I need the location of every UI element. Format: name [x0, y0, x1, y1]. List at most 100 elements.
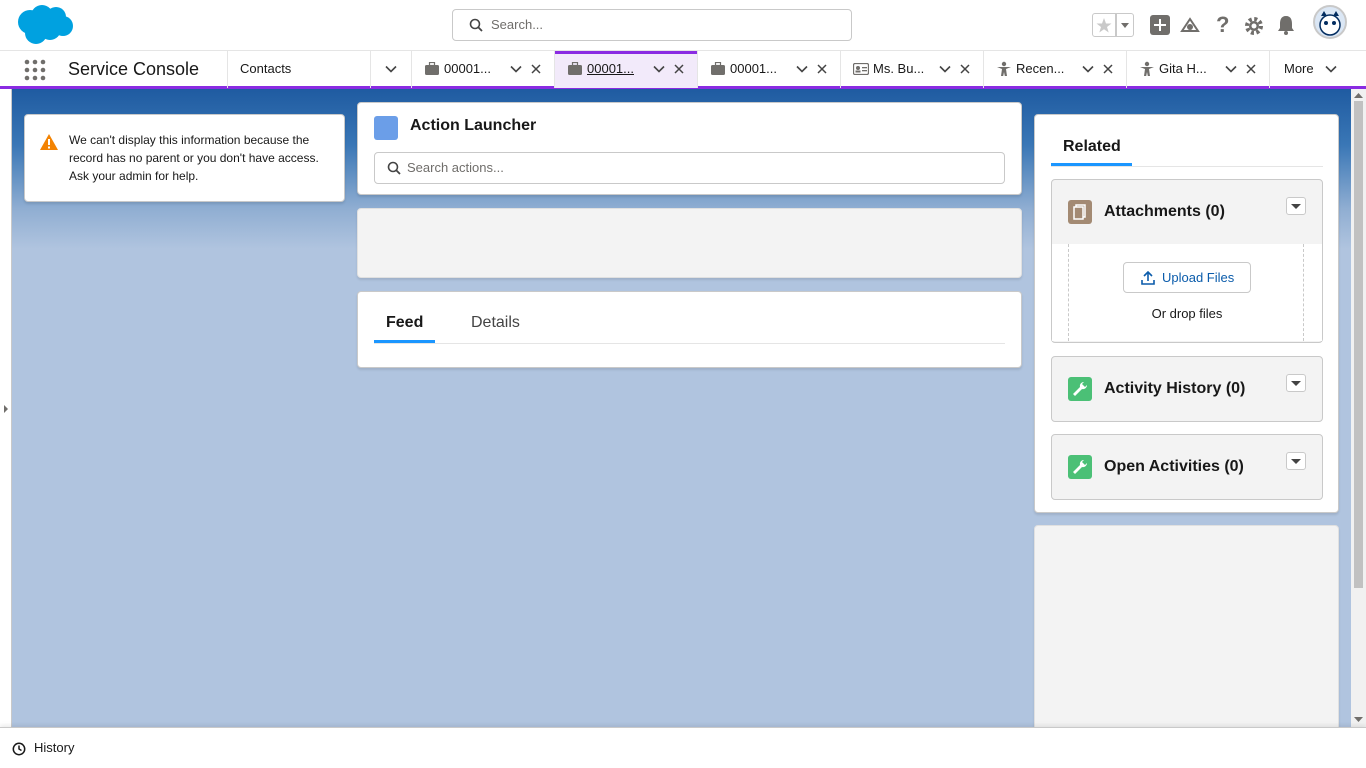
- nav-divider: [370, 51, 371, 88]
- file-icon: [1073, 204, 1086, 220]
- chevron-down-icon[interactable]: [1225, 63, 1237, 75]
- chevron-down-icon: [1291, 204, 1301, 209]
- page-scrollbar[interactable]: [1351, 89, 1366, 727]
- action-launcher-icon: [374, 116, 398, 140]
- trailhead-icon[interactable]: [1180, 15, 1200, 35]
- workspace-tab[interactable]: 00001...: [412, 51, 554, 88]
- user-avatar[interactable]: [1313, 5, 1347, 39]
- empty-placeholder-panel: [357, 208, 1022, 278]
- person-icon: [997, 61, 1011, 76]
- open-activities-section: Open Activities (0): [1051, 434, 1323, 500]
- chevron-down-icon: [1291, 459, 1301, 464]
- attachments-body: Upload Files Or drop files: [1052, 244, 1322, 341]
- object-tab-contacts[interactable]: Contacts: [240, 51, 380, 88]
- workspace-tab[interactable]: Recen...: [984, 51, 1126, 88]
- action-launcher-title: Action Launcher: [410, 117, 537, 134]
- open-activities-title[interactable]: Open Activities (0): [1104, 458, 1244, 476]
- star-icon: [1096, 18, 1112, 33]
- svg-text:?: ?: [1216, 14, 1229, 36]
- action-launcher-card: Action Launcher Search actions...: [357, 102, 1022, 195]
- tab-related[interactable]: Related: [1063, 138, 1121, 156]
- file-drop-zone[interactable]: Upload Files Or drop files: [1068, 244, 1304, 341]
- workspace-tab[interactable]: Ms. Bu...: [841, 51, 983, 88]
- person-icon: [1140, 61, 1154, 76]
- tab-feed[interactable]: Feed: [386, 314, 423, 332]
- related-lists-card: Related Attachments (0) Upload Files Or …: [1034, 114, 1339, 513]
- chevron-right-icon: [4, 405, 8, 413]
- close-icon[interactable]: [817, 64, 827, 74]
- upload-icon: [1141, 271, 1155, 285]
- workspace-tab-label: 00001...: [587, 61, 634, 76]
- chevron-down-icon[interactable]: [796, 63, 808, 75]
- help-icon[interactable]: ?: [1212, 14, 1232, 36]
- chevron-down-icon[interactable]: [1082, 63, 1094, 75]
- scrollbar-thumb[interactable]: [1354, 101, 1363, 588]
- active-tab-indicator: [374, 340, 435, 343]
- attachment-icon: [1068, 200, 1092, 224]
- notifications-bell-icon[interactable]: [1276, 14, 1296, 36]
- warning-icon: [40, 134, 58, 150]
- chevron-down-icon[interactable]: [510, 63, 522, 75]
- workspace-content: We can't display this information becaus…: [0, 89, 1366, 727]
- favorites-star-button[interactable]: [1092, 13, 1116, 37]
- chevron-down-icon: [1325, 65, 1337, 73]
- search-icon: [469, 18, 483, 32]
- nav-divider: [227, 51, 228, 88]
- close-icon[interactable]: [674, 64, 684, 74]
- feed-tabset: Feed Details: [374, 292, 1005, 344]
- workspace-tab[interactable]: 00001...: [698, 51, 840, 88]
- more-tabs-button[interactable]: More: [1284, 51, 1354, 88]
- close-icon[interactable]: [1246, 64, 1256, 74]
- app-name: Service Console: [68, 59, 200, 79]
- workspace-tab-label: Gita H...: [1159, 61, 1207, 76]
- workspace-tab-label: Ms. Bu...: [873, 61, 925, 76]
- upload-files-button[interactable]: Upload Files: [1123, 262, 1251, 293]
- chevron-down-icon[interactable]: [939, 63, 951, 75]
- scroll-down-icon[interactable]: [1354, 717, 1363, 723]
- salesforce-logo[interactable]: [16, 5, 74, 45]
- nav-divider: [1269, 51, 1270, 88]
- close-icon[interactable]: [960, 64, 970, 74]
- global-actions-plus-icon[interactable]: [1150, 15, 1170, 35]
- search-actions-input[interactable]: Search actions...: [374, 152, 1005, 184]
- utility-bar: History: [0, 727, 1366, 768]
- more-tabs-label: More: [1284, 61, 1314, 76]
- chevron-down-icon: [1291, 381, 1301, 386]
- workspace-tab-label: 00001...: [730, 61, 777, 76]
- global-header: Search... ?: [0, 0, 1366, 51]
- scroll-up-icon[interactable]: [1354, 92, 1363, 98]
- history-utility-button[interactable]: History: [34, 740, 74, 755]
- activity-icon: [1068, 455, 1092, 479]
- activity-history-actions-dropdown[interactable]: [1286, 374, 1306, 392]
- wrench-icon: [1073, 381, 1088, 396]
- workspace-tab-active[interactable]: 00001...: [555, 51, 697, 88]
- attachments-title[interactable]: Attachments (0): [1104, 203, 1225, 221]
- gear-icon[interactable]: [1244, 16, 1264, 36]
- contact-card-icon: [853, 63, 869, 75]
- split-view-toggle[interactable]: [0, 89, 12, 727]
- attachments-section: Attachments (0) Upload Files Or drop fil…: [1051, 179, 1323, 343]
- app-launcher-icon[interactable]: [24, 59, 46, 81]
- tab-details[interactable]: Details: [471, 314, 520, 332]
- feed-details-card: Feed Details: [357, 291, 1022, 368]
- activity-icon: [1068, 377, 1092, 401]
- wrench-icon: [1073, 459, 1088, 474]
- close-icon[interactable]: [1103, 64, 1113, 74]
- drop-files-text: Or drop files: [1151, 306, 1223, 321]
- favorites-dropdown-button[interactable]: [1116, 13, 1134, 37]
- activity-history-title[interactable]: Activity History (0): [1104, 380, 1245, 398]
- attachments-actions-dropdown[interactable]: [1286, 197, 1306, 215]
- clock-icon: [12, 742, 26, 756]
- access-warning-card: We can't display this information becaus…: [24, 114, 345, 202]
- open-activities-actions-dropdown[interactable]: [1286, 452, 1306, 470]
- close-icon[interactable]: [531, 64, 541, 74]
- search-icon: [387, 161, 401, 175]
- search-actions-placeholder: Search actions...: [407, 160, 504, 175]
- case-icon: [711, 62, 725, 75]
- upload-files-label: Upload Files: [1162, 270, 1235, 285]
- global-search-input[interactable]: Search...: [452, 9, 852, 41]
- chevron-down-icon[interactable]: [385, 63, 397, 75]
- workspace-tab[interactable]: Gita H...: [1127, 51, 1269, 88]
- empty-placeholder-panel: [1034, 525, 1339, 727]
- chevron-down-icon[interactable]: [653, 63, 665, 75]
